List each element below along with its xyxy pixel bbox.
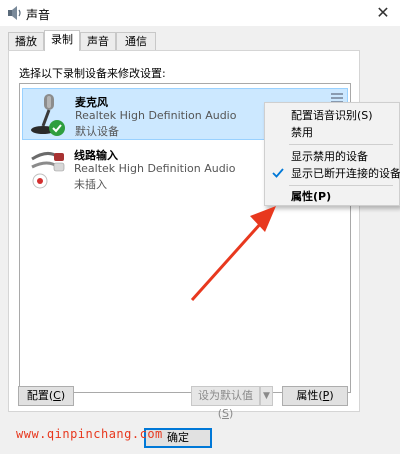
set-default-accel: S [222,407,229,420]
configure-button[interactable]: 配置(C) [18,386,74,406]
set-default-button[interactable]: 设为默认值(S) [191,386,260,420]
tab-playback[interactable]: 播放 [8,32,44,50]
properties-accel: P [322,389,330,402]
device-driver: Realtek High Definition Audio [75,109,237,122]
checkmark-icon [272,168,284,178]
device-driver: Realtek High Definition Audio [74,162,236,175]
close-button[interactable]: ✕ [372,2,394,24]
line-in-cable-icon [31,152,65,189]
menu-item-speech-recognition[interactable]: 配置语音识别(S) [265,107,399,124]
device-status: 默认设备 [75,125,119,138]
tab-recording[interactable]: 录制 [44,30,80,51]
context-menu: 配置语音识别(S) 禁用 显示禁用的设备 显示已断开连接的设备 属性(P) [264,102,400,206]
properties-button[interactable]: 属性(P) [282,386,348,406]
tab-sounds[interactable]: 声音 [80,32,116,50]
tab-communications[interactable]: 通信 [116,32,156,50]
device-name: 线路输入 [74,149,118,162]
menu-item-show-disabled[interactable]: 显示禁用的设备 [265,148,399,165]
watermark-text: www.qinpinchang.com [16,427,163,441]
device-status: 未插入 [74,178,107,191]
title-bar: 声音 ✕ [0,0,400,26]
menu-item-show-disconnected[interactable]: 显示已断开连接的设备 [265,165,400,182]
speaker-icon [8,6,21,20]
properties-label: 属性 [296,389,319,402]
set-default-dropdown-icon[interactable]: ▼ [260,386,273,406]
configure-accel: C [53,389,61,402]
menu-item-label: 显示已断开连接的设备 [291,167,400,180]
window-title: 声音 [26,8,51,22]
menu-item-properties[interactable]: 属性(P) [265,188,399,205]
device-name: 麦克风 [75,96,108,109]
menu-item-disable[interactable]: 禁用 [265,124,399,141]
microphone-icon [31,94,65,136]
default-check-icon [49,120,65,136]
menu-separator [289,144,393,145]
set-default-label: 设为默认值 [198,389,253,402]
instruction-text: 选择以下录制设备来修改设置: [19,67,166,80]
configure-label: 配置 [26,389,49,402]
menu-separator [289,185,393,186]
